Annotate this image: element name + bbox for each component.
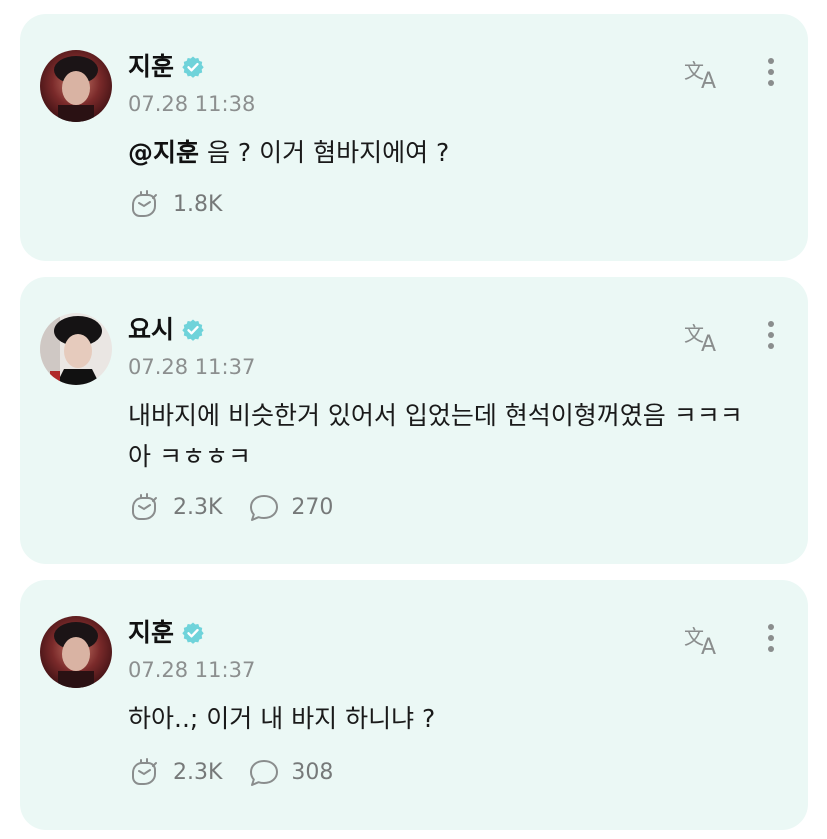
post-timestamp: 07.28 11:37 [128, 355, 256, 379]
post-body: 하아..; 이거 내 바지 하니냐 ? [128, 704, 436, 733]
avatar[interactable] [40, 616, 112, 688]
svg-text:A: A [701, 69, 716, 92]
more-options-icon[interactable] [764, 321, 778, 353]
svg-text:A: A [701, 332, 716, 355]
post-timestamp: 07.28 11:38 [128, 92, 256, 116]
post-card[interactable]: 지훈 07.28 11:37 文 A 하아..; 이거 내 바지 하니냐 ? 2… [20, 580, 808, 830]
post-timestamp: 07.28 11:37 [128, 658, 256, 682]
comment-count: 270 [291, 495, 334, 520]
translate-icon[interactable]: 文 A [684, 622, 726, 660]
post-stats: 2.3K 270 [128, 493, 359, 523]
comment-bubble-icon [250, 495, 279, 521]
post-body: 음 ? 이거 혐바지에여 ? [199, 138, 450, 167]
author-name[interactable]: 지훈 [128, 616, 174, 650]
like-hands-icon [132, 493, 157, 520]
comment-bubble-icon [250, 760, 279, 786]
verified-badge-icon [182, 319, 204, 341]
author-row: 지훈 [128, 50, 205, 84]
post-stats: 2.3K 308 [128, 758, 359, 788]
mention-link[interactable]: @지훈 [128, 138, 199, 167]
svg-text:A: A [701, 635, 716, 658]
verified-badge-icon [182, 622, 204, 644]
comment-count: 308 [291, 760, 334, 785]
post-card[interactable]: 요시 07.28 11:37 文 A 내바지에 비슷한거 있어서 입었는데 현석… [20, 277, 808, 564]
author-name[interactable]: 요시 [128, 313, 174, 347]
author-row: 지훈 [128, 616, 205, 650]
like-count: 2.3K [173, 760, 223, 785]
post-card[interactable]: 지훈 07.28 11:38 文 A @지훈 음 ? 이거 혐바지에여 ? 1.… [20, 14, 808, 261]
post-text: @지훈 음 ? 이거 혐바지에여 ? [128, 132, 768, 173]
post-stats: 1.8K [128, 190, 248, 220]
comment-button[interactable]: 270 [248, 493, 333, 523]
like-button[interactable]: 2.3K [128, 758, 222, 788]
comment-button[interactable]: 308 [248, 758, 333, 788]
more-options-icon[interactable] [764, 58, 778, 90]
author-row: 요시 [128, 313, 205, 347]
author-name[interactable]: 지훈 [128, 50, 174, 84]
post-body: 내바지에 비슷한거 있어서 입었는데 현석이형꺼였음 ㅋㅋㅋ 아 ㅋㅎㅎㅋ [128, 401, 743, 471]
more-options-icon[interactable] [764, 624, 778, 656]
like-count: 1.8K [173, 192, 223, 217]
translate-icon[interactable]: 文 A [684, 56, 726, 94]
like-button[interactable]: 2.3K [128, 493, 222, 523]
verified-badge-icon [182, 56, 204, 78]
like-count: 2.3K [173, 495, 223, 520]
avatar[interactable] [40, 50, 112, 122]
like-button[interactable]: 1.8K [128, 190, 222, 220]
like-hands-icon [132, 758, 157, 785]
like-hands-icon [132, 190, 157, 217]
avatar[interactable] [40, 313, 112, 385]
translate-icon[interactable]: 文 A [684, 319, 726, 357]
